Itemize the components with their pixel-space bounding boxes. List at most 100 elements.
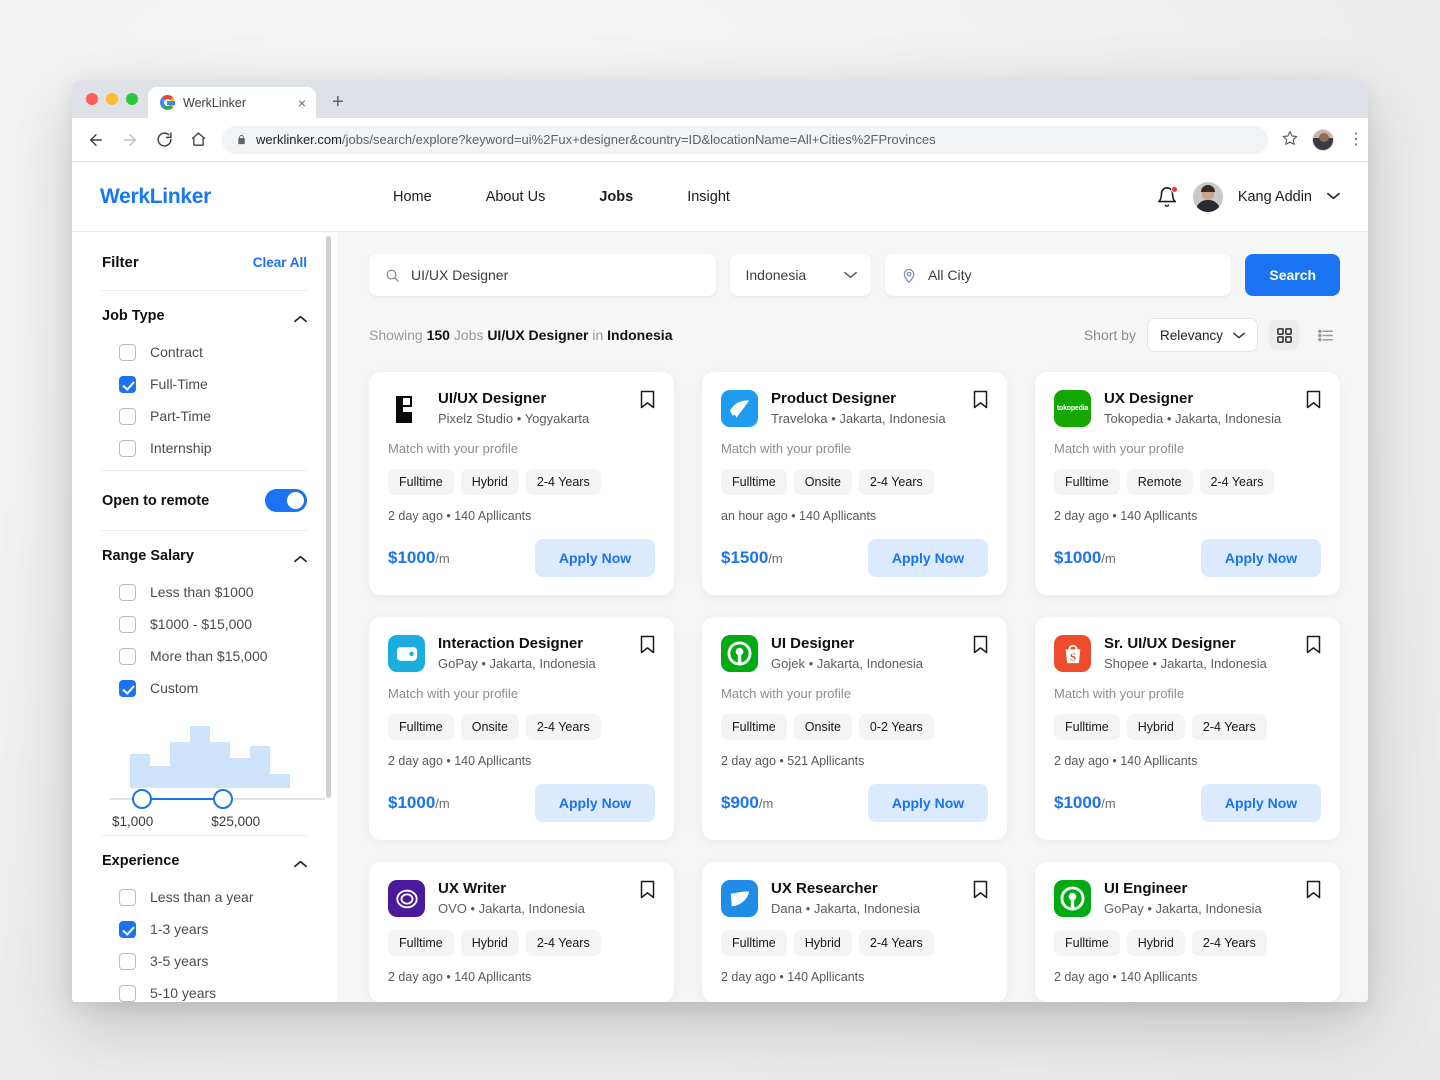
job-salary: $1000/m [388, 793, 450, 812]
results-keyword: UI/UX Designer [487, 327, 589, 343]
window-traffic-lights [82, 80, 148, 118]
option-label: Less than a year [150, 889, 254, 905]
job-card[interactable]: Interaction Designer GoPay • Jakarta, In… [369, 617, 674, 840]
back-icon[interactable] [86, 130, 106, 150]
chevron-down-icon[interactable] [1327, 191, 1340, 203]
notification-bell-icon[interactable] [1156, 185, 1178, 208]
filter-option-5-10-years[interactable]: 5-10 years [102, 977, 307, 1002]
new-tab-button[interactable]: + [332, 92, 344, 112]
checkbox[interactable] [119, 343, 136, 361]
bookmark-icon[interactable] [640, 635, 655, 654]
chevron-up-icon[interactable] [294, 550, 307, 563]
address-bar[interactable]: werklinker.com/jobs/search/explore?keywo… [222, 125, 1268, 154]
home-icon[interactable] [188, 130, 208, 150]
city-input[interactable]: All City [884, 254, 1232, 296]
bookmark-icon[interactable] [973, 635, 988, 654]
apply-now-button[interactable]: Apply Now [535, 539, 655, 577]
filter-option-1000-15000[interactable]: $1000 - $15,000 [102, 608, 307, 640]
job-tags: Fulltime Hybrid 2-4 Years [721, 930, 988, 956]
salary-slider-track-wrap[interactable] [110, 788, 325, 810]
checkbox[interactable] [119, 615, 136, 633]
bookmark-icon[interactable] [1306, 880, 1321, 899]
browser-tab[interactable]: WerkLinker × [148, 87, 316, 118]
job-card[interactable]: UI/UX Designer Pixelz Studio • Yogyakart… [369, 372, 674, 595]
slider-knob-max[interactable] [213, 789, 233, 809]
bookmark-icon[interactable] [1306, 390, 1321, 409]
close-tab-icon[interactable]: × [298, 96, 306, 110]
clear-all-button[interactable]: Clear All [253, 255, 307, 270]
filter-option-more-than-15000[interactable]: More than $15,000 [102, 640, 307, 672]
nav-item-about-us[interactable]: About Us [486, 189, 546, 205]
chrome-menu-icon[interactable]: ⋮ [1348, 131, 1364, 147]
job-card[interactable]: UI Designer Gojek • Jakarta, Indonesia M… [702, 617, 1007, 840]
checkbox[interactable] [119, 439, 136, 457]
sidebar-scrollbar-thumb[interactable] [326, 236, 331, 798]
checkbox[interactable] [119, 647, 136, 665]
experience-section-header[interactable]: Experience [102, 853, 307, 869]
job-card[interactable]: UX Writer OVO • Jakarta, Indonesia Fullt… [369, 862, 674, 1002]
apply-now-button[interactable]: Apply Now [868, 784, 988, 822]
chevron-up-icon[interactable] [294, 310, 307, 323]
list-view-button[interactable] [1310, 320, 1340, 350]
jobs-word: Jobs [453, 327, 484, 343]
open-to-remote-toggle[interactable] [265, 489, 307, 512]
histogram-bar [230, 758, 250, 788]
forward-icon[interactable] [120, 130, 140, 150]
slider-knob-min[interactable] [132, 789, 152, 809]
checkbox[interactable] [119, 952, 136, 970]
chrome-profile-avatar[interactable] [1312, 128, 1334, 151]
grid-view-button[interactable] [1269, 320, 1299, 350]
filter-option-custom[interactable]: Custom [102, 672, 307, 704]
filter-option-less-than-1000[interactable]: Less than $1000 [102, 576, 307, 608]
sort-select[interactable]: Relevancy [1146, 318, 1258, 352]
bookmark-icon[interactable] [640, 880, 655, 899]
apply-now-button[interactable]: Apply Now [868, 539, 988, 577]
checkbox[interactable] [119, 888, 136, 906]
filter-option-internship[interactable]: Internship [102, 432, 307, 464]
search-button[interactable]: Search [1245, 254, 1341, 296]
job-card[interactable]: tokopedia UX Designer Tokopedia • Jakart… [1035, 372, 1340, 595]
nav-item-home[interactable]: Home [393, 189, 432, 205]
chevron-up-icon[interactable] [294, 855, 307, 868]
reload-icon[interactable] [154, 130, 174, 150]
bookmark-star-icon[interactable] [1282, 130, 1298, 150]
checkbox-checked[interactable] [119, 679, 136, 697]
minimize-window-button[interactable] [106, 93, 118, 105]
apply-now-button[interactable]: Apply Now [1201, 784, 1321, 822]
range-salary-section-header[interactable]: Range Salary [102, 548, 307, 564]
filter-option-1-3-years[interactable]: 1-3 years [102, 913, 307, 945]
filter-option-contract[interactable]: Contract [102, 336, 307, 368]
job-card[interactable]: UI Engineer GoPay • Jakarta, Indonesia F… [1035, 862, 1340, 1002]
site-logo[interactable]: WerkLinker [100, 185, 211, 209]
close-window-button[interactable] [86, 93, 98, 105]
apply-now-button[interactable]: Apply Now [535, 784, 655, 822]
histogram-bar [130, 754, 150, 788]
bookmark-icon[interactable] [1306, 635, 1321, 654]
checkbox[interactable] [119, 583, 136, 601]
bookmark-icon[interactable] [973, 880, 988, 899]
filter-option-3-5-years[interactable]: 3-5 years [102, 945, 307, 977]
job-salary: $1000/m [1054, 793, 1116, 812]
checkbox-checked[interactable] [119, 920, 136, 938]
bookmark-icon[interactable] [973, 390, 988, 409]
nav-item-jobs[interactable]: Jobs [599, 189, 633, 205]
country-select[interactable]: Indonesia [729, 254, 871, 296]
job-card[interactable]: Product Designer Traveloka • Jakarta, In… [702, 372, 1007, 595]
filter-option-less-than-a-year[interactable]: Less than a year [102, 881, 307, 913]
apply-now-button[interactable]: Apply Now [1201, 539, 1321, 577]
checkbox-checked[interactable] [119, 375, 136, 393]
nav-item-insight[interactable]: Insight [687, 189, 730, 205]
checkbox[interactable] [119, 407, 136, 425]
maximize-window-button[interactable] [126, 93, 138, 105]
job-type-section-header[interactable]: Job Type [102, 308, 307, 324]
checkbox[interactable] [119, 984, 136, 1002]
job-card[interactable]: UX Researcher Dana • Jakarta, Indonesia … [702, 862, 1007, 1002]
bookmark-icon[interactable] [640, 390, 655, 409]
job-card[interactable]: S Sr. UI/UX Designer Shopee • Jakarta, I… [1035, 617, 1340, 840]
search-input[interactable]: UI/UX Designer [369, 254, 716, 296]
job-meta: 2 day ago • 521 Apllicants [721, 754, 865, 768]
avatar[interactable] [1192, 181, 1223, 212]
filter-option-full-time[interactable]: Full-Time [102, 368, 307, 400]
filter-option-part-time[interactable]: Part-Time [102, 400, 307, 432]
job-title: UX Researcher [771, 880, 878, 897]
